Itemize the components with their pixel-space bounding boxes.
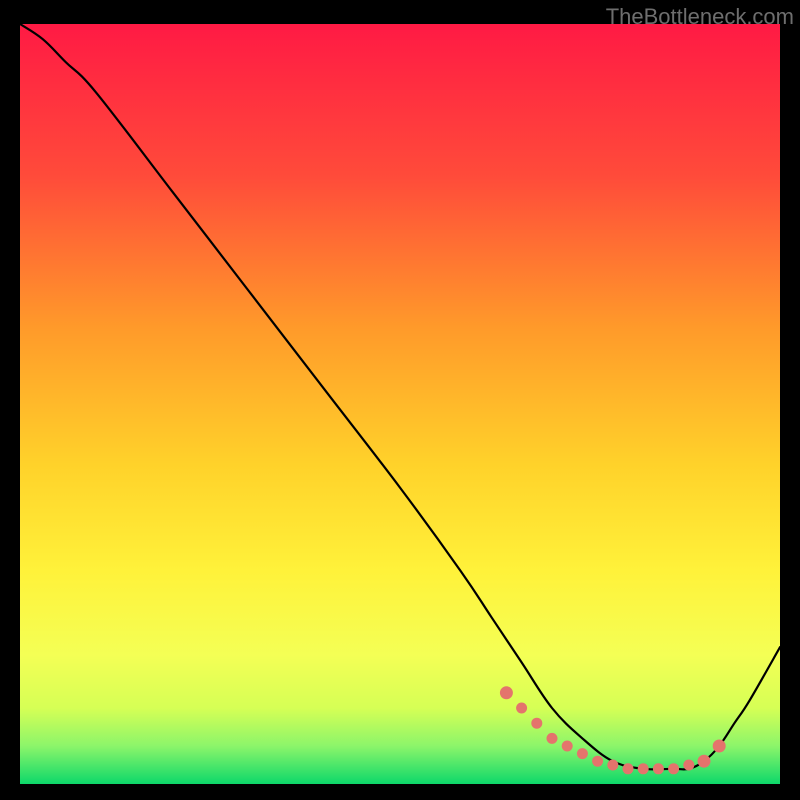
watermark-text: TheBottleneck.com	[606, 4, 794, 30]
marker-dot	[638, 763, 649, 774]
marker-dot	[698, 755, 711, 768]
marker-dots	[500, 686, 726, 774]
curve-line	[20, 24, 780, 769]
chart-stage: { "watermark": "TheBottleneck.com", "col…	[0, 0, 800, 800]
marker-dot	[607, 760, 618, 771]
plot-layer	[20, 24, 780, 784]
curve-path	[20, 24, 780, 769]
marker-dot	[713, 740, 726, 753]
marker-dot	[683, 760, 694, 771]
marker-dot	[500, 686, 513, 699]
marker-dot	[623, 763, 634, 774]
marker-dot	[547, 733, 558, 744]
chart-frame	[20, 24, 780, 784]
marker-dot	[516, 703, 527, 714]
marker-dot	[531, 718, 542, 729]
marker-dot	[562, 741, 573, 752]
marker-dot	[653, 763, 664, 774]
marker-dot	[577, 748, 588, 759]
marker-dot	[592, 756, 603, 767]
marker-dot	[668, 763, 679, 774]
